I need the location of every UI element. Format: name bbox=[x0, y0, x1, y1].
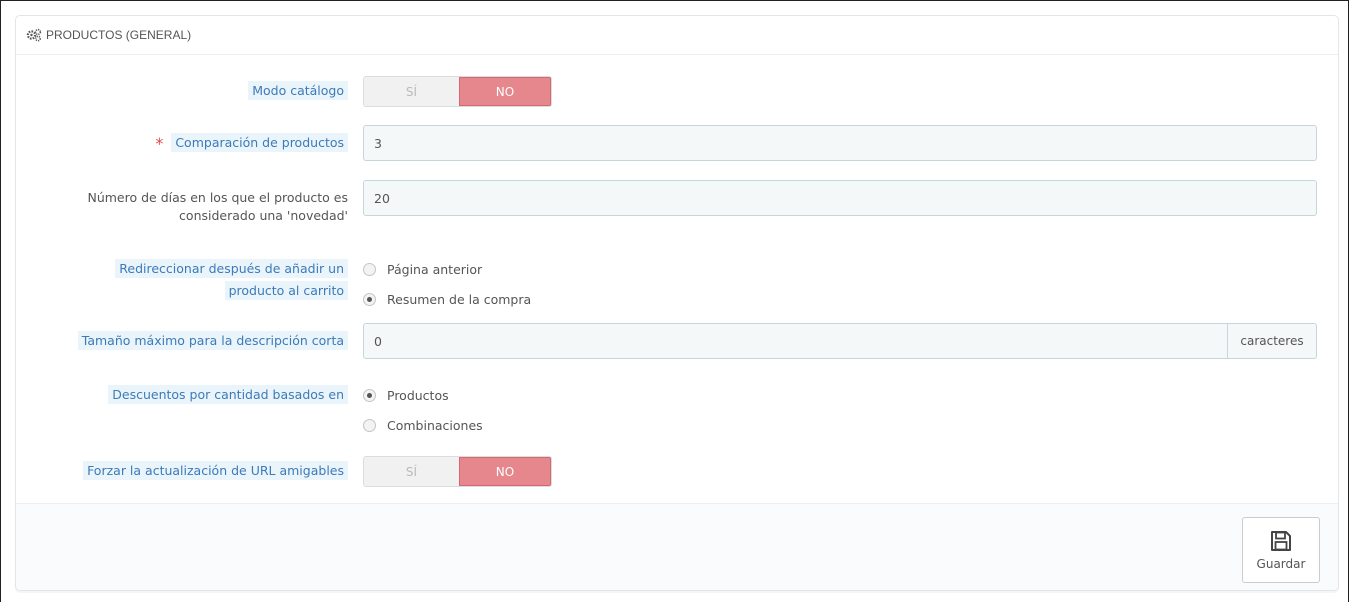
force-friendly-url-yes[interactable]: SÍ bbox=[364, 457, 459, 486]
row-redirect: Redireccionar después de añadir un produ… bbox=[16, 254, 1338, 314]
product-comparison-input[interactable]: 3 bbox=[363, 125, 1317, 161]
catalog-mode-no[interactable]: NO bbox=[459, 77, 551, 106]
panel-title: PRODUCTOS (GENERAL) bbox=[46, 28, 192, 42]
new-days-input[interactable]: 20 bbox=[363, 180, 1317, 216]
short-desc-input[interactable]: 0 bbox=[363, 323, 1228, 359]
products-general-panel: PRODUCTOS (GENERAL) Modo catálogo SÍ NO … bbox=[15, 15, 1339, 591]
row-force-friendly-url: Forzar la actualización de URL amigables… bbox=[16, 456, 1338, 488]
row-catalog-mode: Modo catálogo SÍ NO bbox=[16, 76, 1338, 108]
product-comparison-label: * Comparación de productos bbox=[155, 133, 348, 153]
radio-unchecked-icon[interactable] bbox=[363, 418, 376, 432]
row-new-days: Número de días en los que el producto es… bbox=[16, 180, 1338, 226]
new-days-label: Número de días en los que el producto es… bbox=[87, 190, 348, 223]
cogs-icon bbox=[26, 28, 42, 42]
redirect-option-summary[interactable]: Resumen de la compra bbox=[363, 284, 531, 314]
panel-footer: Guardar bbox=[16, 503, 1338, 590]
short-desc-label: Tamaño máximo para la descripción corta bbox=[77, 331, 348, 350]
radio-checked-icon[interactable] bbox=[363, 388, 376, 402]
catalog-mode-switch[interactable]: SÍ NO bbox=[363, 76, 552, 107]
row-quantity-discounts: Descuentos por cantidad basados en Produ… bbox=[16, 380, 1338, 440]
radio-unchecked-icon[interactable] bbox=[363, 262, 376, 276]
redirect-option-previous[interactable]: Página anterior bbox=[363, 254, 531, 284]
radio-checked-icon[interactable] bbox=[363, 292, 376, 306]
force-friendly-url-no[interactable]: NO bbox=[459, 457, 551, 486]
short-desc-input-group: 0 caracteres bbox=[363, 323, 1317, 359]
force-friendly-url-label: Forzar la actualización de URL amigables bbox=[83, 461, 348, 480]
row-short-desc: Tamaño máximo para la descripción corta … bbox=[16, 323, 1338, 359]
panel-header: PRODUCTOS (GENERAL) bbox=[16, 16, 1338, 55]
save-label: Guardar bbox=[1256, 557, 1306, 571]
required-mark: * bbox=[155, 134, 164, 153]
row-product-comparison: * Comparación de productos 3 bbox=[16, 125, 1338, 161]
discount-option-combinations[interactable]: Combinaciones bbox=[363, 410, 483, 440]
catalog-mode-label: Modo catálogo bbox=[248, 81, 348, 100]
force-friendly-url-switch[interactable]: SÍ NO bbox=[363, 456, 552, 487]
characters-addon: caracteres bbox=[1228, 323, 1317, 359]
redirect-label: Redireccionar después de añadir un produ… bbox=[115, 258, 348, 302]
quantity-discounts-label: Descuentos por cantidad basados en bbox=[108, 385, 348, 404]
discount-option-products[interactable]: Productos bbox=[363, 380, 483, 410]
save-button[interactable]: Guardar bbox=[1242, 517, 1320, 583]
floppy-disk-icon bbox=[1271, 531, 1291, 551]
catalog-mode-yes[interactable]: SÍ bbox=[364, 77, 459, 106]
